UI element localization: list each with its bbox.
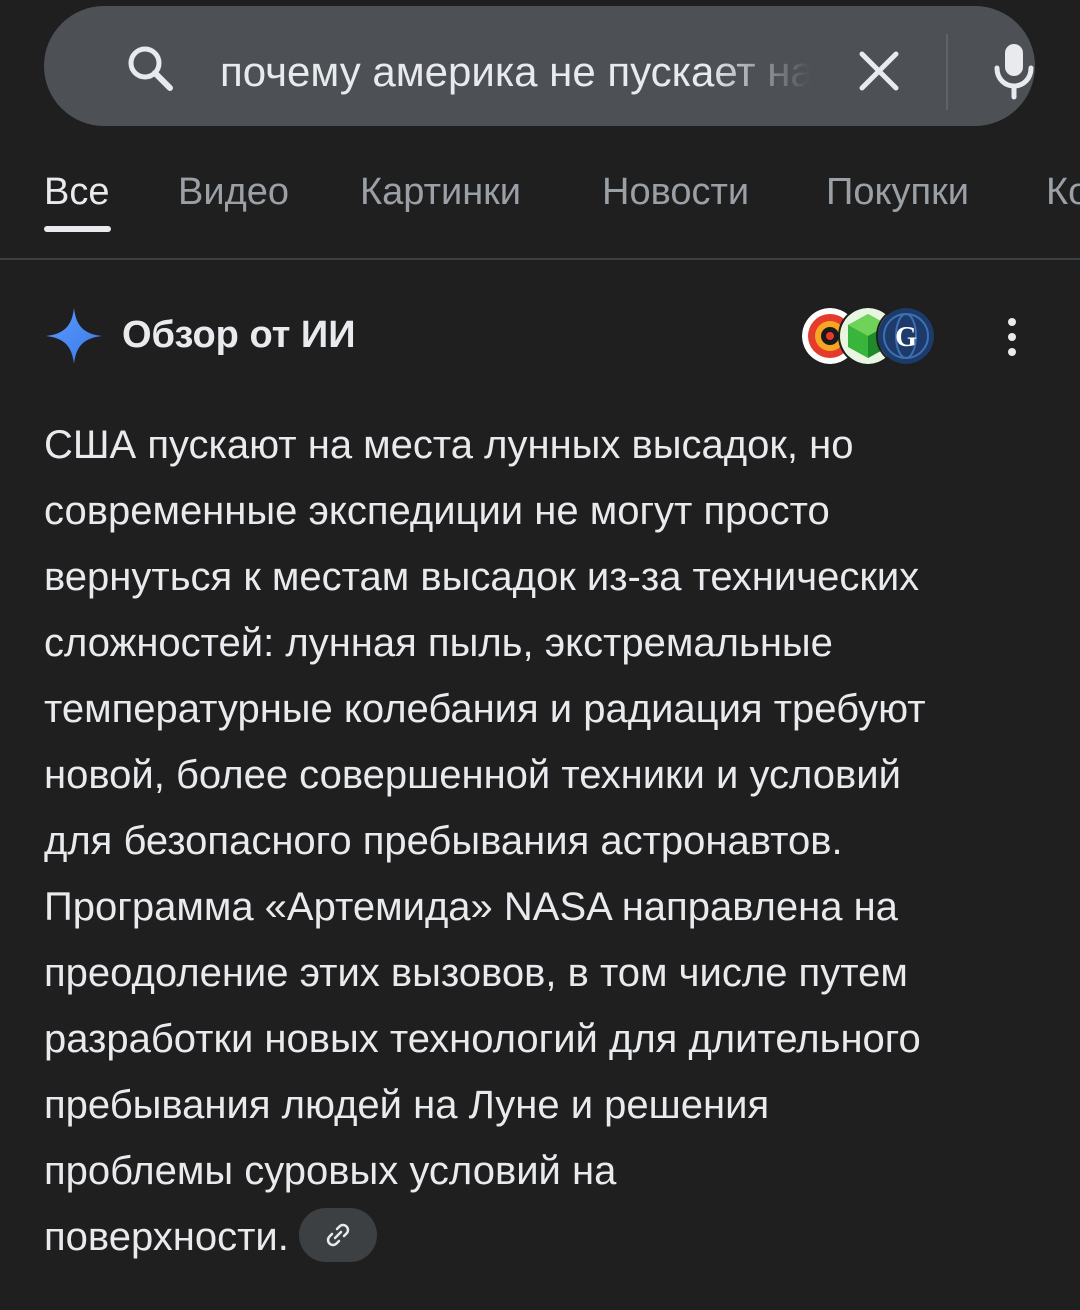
- answer-line: температурные колебания и радиация требу…: [44, 687, 926, 731]
- answer-line: сложностей: лунная пыль, экстремальные: [44, 621, 833, 665]
- answer-line: разработки новых технологий для длительн…: [44, 1017, 921, 1061]
- tab-all[interactable]: Все: [44, 170, 109, 214]
- microphone-icon[interactable]: [990, 42, 1038, 100]
- tabs-divider: [0, 258, 1080, 260]
- answer-line: для безопасного пребывания астронавтов.: [44, 819, 843, 863]
- tab-video[interactable]: Видео: [178, 170, 289, 214]
- search-tabs: Все Видео Картинки Новости Покупки Ко: [0, 150, 1080, 258]
- answer-line: вернуться к местам высадок из-за техниче…: [44, 555, 920, 599]
- answer-line: современные экспедиции не могут просто: [44, 489, 830, 533]
- answer-line: США пускают на места лунных высадок, но: [44, 423, 854, 467]
- search-input[interactable]: почему америка не пускает на места лунны…: [220, 44, 810, 100]
- link-icon: [326, 1224, 350, 1247]
- sparkle-icon: [46, 308, 102, 364]
- answer-line-text: поверхности.: [44, 1215, 289, 1259]
- source-link-button[interactable]: [298, 1208, 377, 1263]
- ai-overview-title: Обзор от ИИ: [122, 314, 356, 356]
- tab-shopping[interactable]: Покупки: [826, 170, 969, 214]
- active-tab-indicator: [44, 226, 111, 232]
- more-options-icon[interactable]: [996, 314, 1028, 360]
- answer-line: проблемы суровых условий на: [44, 1149, 617, 1193]
- search-bar-divider: [946, 34, 948, 110]
- answer-line: Программа «Артемида» NASA направлена на: [44, 885, 898, 929]
- search-bar[interactable]: почему америка не пускает на места лунны…: [44, 6, 1035, 126]
- svg-text:G: G: [895, 322, 917, 353]
- answer-last-line: поверхности.: [44, 1204, 1044, 1270]
- clear-icon[interactable]: [856, 48, 902, 94]
- answer-line: пребывания людей на Луне и решения: [44, 1083, 770, 1127]
- search-results-page: почему америка не пускает на места лунны…: [0, 0, 1080, 1310]
- answer-line: преодоление этих вызовов, в том числе пу…: [44, 951, 908, 995]
- tab-more[interactable]: Ко: [1046, 170, 1080, 214]
- source-icons[interactable]: G: [800, 306, 936, 366]
- ai-overview-answer: США пускают на места лунных высадок, но …: [44, 412, 1044, 1270]
- answer-line: новой, более совершенной техники и услов…: [44, 753, 901, 797]
- tab-images[interactable]: Картинки: [360, 170, 521, 214]
- search-icon[interactable]: [124, 42, 176, 94]
- tab-news[interactable]: Новости: [602, 170, 749, 214]
- globe-g-logo-icon[interactable]: G: [876, 306, 936, 366]
